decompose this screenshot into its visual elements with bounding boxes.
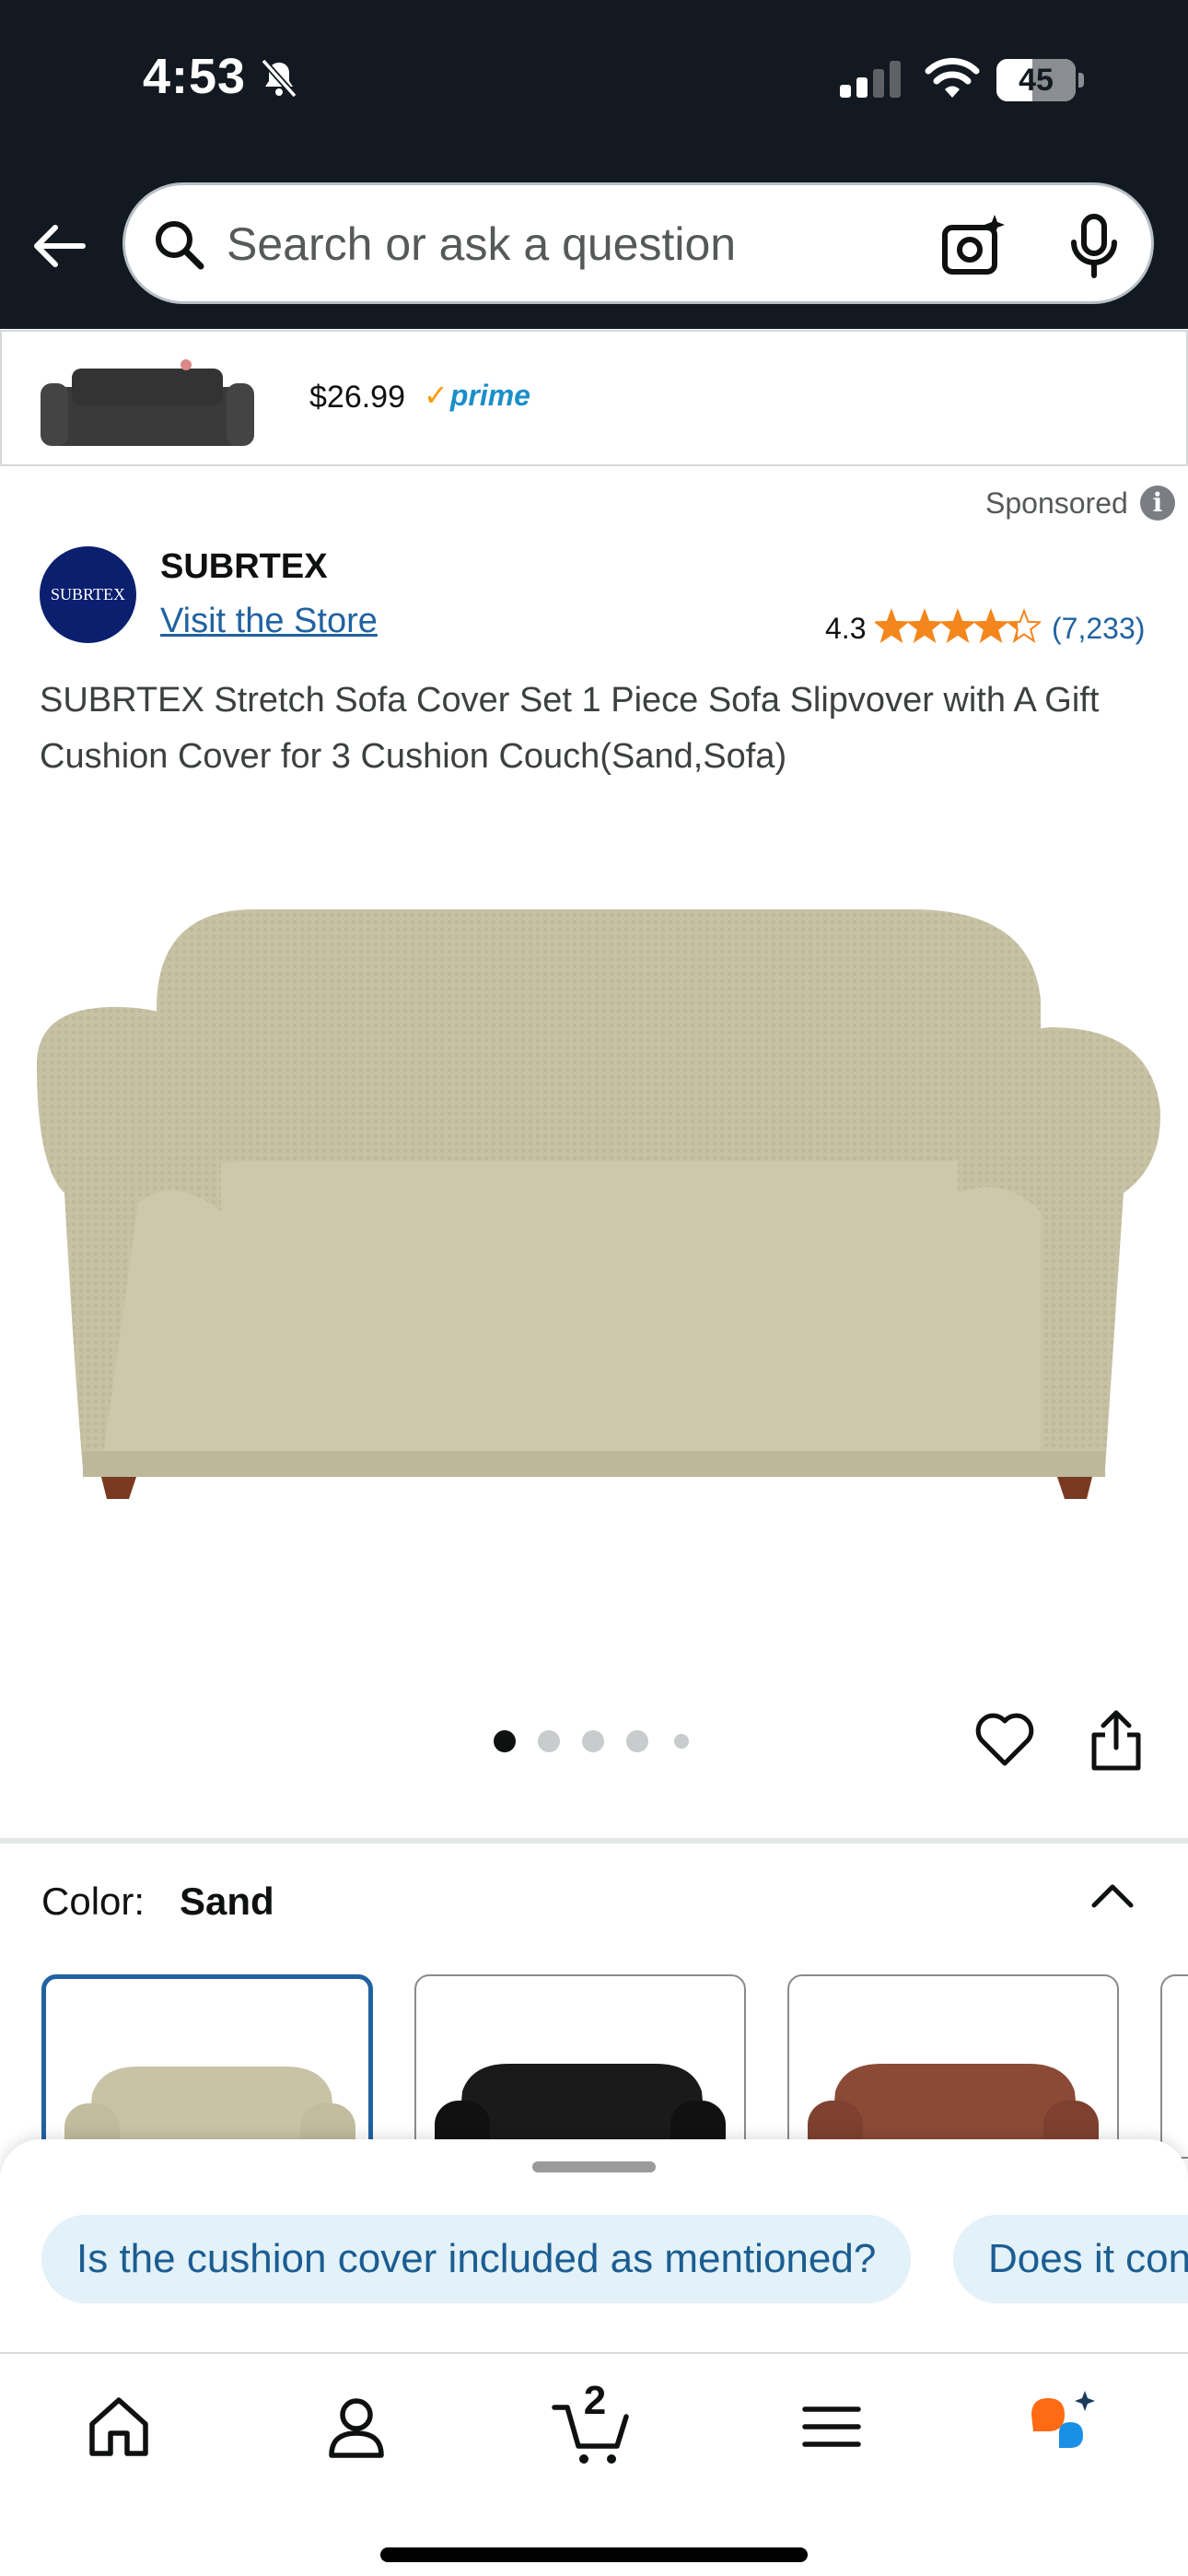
star-4 (973, 608, 1009, 643)
suggestion-chip[interactable]: Is the cushion cover included as mention… (41, 2215, 912, 2303)
rufus-assistant-icon[interactable] (1022, 2385, 1105, 2468)
color-swatch-sand[interactable] (41, 1974, 373, 2159)
carousel-dot[interactable] (674, 1734, 689, 1749)
sticky-product-strip[interactable]: $26.99 ✓prime (0, 330, 1188, 466)
brand-logo[interactable]: SUBRTEX (40, 546, 136, 643)
rating-count-link[interactable]: (7,233) (1052, 612, 1145, 646)
sponsored-label: Sponsored (985, 486, 1128, 520)
color-label: Color: (41, 1879, 146, 1923)
bell-muted-icon (261, 58, 297, 99)
star-rating-icon[interactable] (875, 608, 1041, 645)
prime-badge: ✓prime (424, 379, 530, 412)
product-image[interactable] (28, 898, 1160, 1506)
question-suggestions-sheet: Is the cushion cover included as mention… (0, 2139, 1188, 2353)
camera-search-icon[interactable] (941, 213, 1006, 277)
back-arrow-icon[interactable] (29, 217, 88, 275)
image-carousel-dots[interactable] (494, 1730, 696, 1752)
home-icon[interactable] (77, 2385, 160, 2468)
carousel-dot[interactable] (582, 1730, 604, 1752)
menu-icon[interactable] (790, 2385, 873, 2468)
color-swatch-more[interactable] (1160, 1974, 1188, 2159)
rating-value: 4.3 (825, 612, 867, 645)
battery-indicator: 45 (996, 59, 1085, 101)
star-1 (875, 608, 910, 643)
cart-count-badge: 2 (583, 2378, 607, 2423)
selected-color: Sand (180, 1879, 274, 1923)
account-icon[interactable] (315, 2385, 398, 2468)
visit-store-link[interactable]: Visit the Store (160, 602, 378, 641)
color-swatch-brown[interactable] (787, 1974, 1119, 2159)
wifi-icon (925, 57, 980, 98)
carousel-dot[interactable] (538, 1730, 560, 1752)
search-icon (156, 221, 204, 270)
brand-name: SUBRTEX (160, 547, 328, 586)
sheet-grabber[interactable] (532, 2161, 656, 2172)
suggestion-chip[interactable]: Does it con (953, 2215, 1188, 2303)
product-thumbnail (41, 359, 254, 446)
star-3 (939, 608, 976, 643)
star-5 (1006, 608, 1041, 643)
star-2 (906, 608, 943, 643)
carousel-dot[interactable] (626, 1730, 648, 1752)
app-header: 4:53 45 (0, 0, 1188, 329)
battery-level: 45 (1019, 63, 1054, 98)
bottom-tab-bar: 2 (0, 2352, 1188, 2576)
status-time: 4:53 (143, 49, 247, 104)
strip-price: $26.99 (309, 380, 405, 415)
search-input[interactable] (227, 209, 926, 279)
microphone-icon[interactable] (1066, 213, 1122, 279)
chevron-up-icon[interactable] (1087, 1876, 1138, 1913)
search-bar[interactable] (122, 182, 1154, 304)
home-indicator (380, 2547, 808, 2562)
heart-icon[interactable] (974, 1712, 1035, 1769)
carousel-dot[interactable] (494, 1730, 516, 1752)
section-divider (0, 1838, 1188, 1844)
cart-button[interactable]: 2 (551, 2378, 634, 2468)
cellular-signal-icon (840, 61, 901, 98)
share-icon[interactable] (1089, 1709, 1144, 1772)
color-swatch-black[interactable] (414, 1974, 746, 2159)
product-title: SUBRTEX Stretch Sofa Cover Set 1 Piece S… (40, 681, 1100, 776)
info-icon[interactable]: i (1140, 486, 1175, 521)
